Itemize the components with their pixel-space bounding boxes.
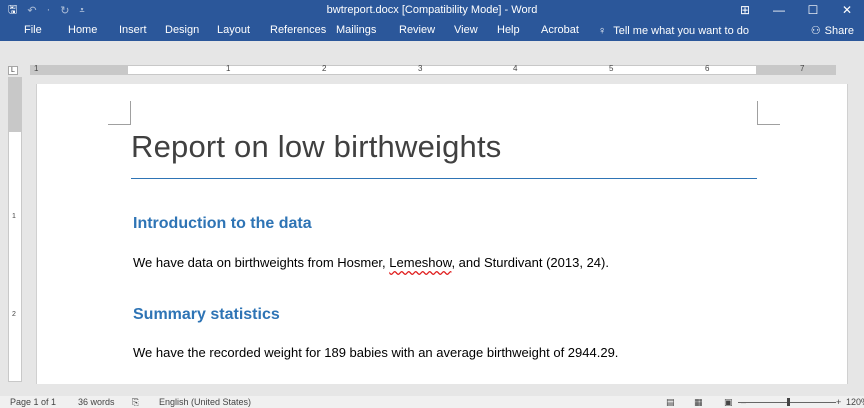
ruler-number: 6 xyxy=(705,64,710,73)
vertical-ruler-number: 1 xyxy=(12,213,16,220)
ruler-number: 3 xyxy=(418,64,423,73)
ruler-number: 4 xyxy=(513,64,518,73)
person-icon: ⚇ xyxy=(810,25,821,37)
tab-help[interactable]: Help xyxy=(497,20,520,41)
vertical-ruler-number: 2 xyxy=(12,311,16,318)
web-layout-icon[interactable]: ▣ xyxy=(724,396,733,408)
crop-mark xyxy=(757,124,780,125)
title-bar: 🖫 ↶ · ↻ ⩡ bwtreport.docx [Compatibility … xyxy=(0,0,864,20)
page-count[interactable]: Page 1 of 1 xyxy=(10,396,56,408)
tab-file[interactable]: File xyxy=(24,20,42,41)
ruler-number: 7 xyxy=(800,64,805,73)
crop-mark xyxy=(130,101,131,124)
paragraph-text: , and Sturdivant (2013, 24). xyxy=(451,255,609,270)
print-layout-icon[interactable]: ▦ xyxy=(694,396,703,408)
tell-me-box[interactable]: ♀ Tell me what you want to do xyxy=(598,20,749,41)
ruler-right-margin xyxy=(756,65,836,75)
window-controls: ⊞ — ☐ ✕ xyxy=(728,0,864,20)
close-button[interactable]: ✕ xyxy=(830,0,864,20)
ruler-number: 2 xyxy=(322,64,327,73)
tab-selector[interactable]: L xyxy=(8,66,18,75)
lightbulb-icon: ♀ xyxy=(598,24,607,37)
minimize-button[interactable]: — xyxy=(762,0,796,20)
tell-me-label: Tell me what you want to do xyxy=(613,24,749,37)
ribbon-tab-bar: File Home Insert Design Layout Reference… xyxy=(0,20,864,41)
ruler-number: 1 xyxy=(34,64,39,73)
document-page[interactable]: Report on low birthweights Introduction … xyxy=(36,84,848,384)
tab-insert[interactable]: Insert xyxy=(119,20,147,41)
paragraph-introduction[interactable]: We have data on birthweights from Hosmer… xyxy=(133,255,609,270)
ribbon-display-icon[interactable]: ⊞ xyxy=(728,0,762,20)
ruler-number: 1 xyxy=(226,64,231,73)
maximize-button[interactable]: ☐ xyxy=(796,0,830,20)
vertical-ruler[interactable]: 1 2 xyxy=(8,77,22,382)
ruler-left-margin xyxy=(30,65,128,75)
crop-mark xyxy=(108,124,131,125)
horizontal-ruler[interactable]: L 1 1 2 3 4 5 6 7 xyxy=(0,63,864,77)
tab-review[interactable]: Review xyxy=(399,20,435,41)
tab-design[interactable]: Design xyxy=(165,20,199,41)
heading-introduction[interactable]: Introduction to the data xyxy=(133,215,312,233)
zoom-slider-thumb[interactable] xyxy=(787,398,790,406)
ruler-track xyxy=(30,65,836,75)
proofing-icon[interactable]: ⎘ xyxy=(132,396,139,408)
tab-acrobat[interactable]: Acrobat xyxy=(541,20,579,41)
tab-home[interactable]: Home xyxy=(68,20,97,41)
heading-summary[interactable]: Summary statistics xyxy=(133,306,280,324)
title-underline xyxy=(131,178,757,179)
share-button[interactable]: ⚇ Share xyxy=(811,20,854,41)
share-label: Share xyxy=(824,24,854,37)
zoom-level[interactable]: 120% xyxy=(846,396,864,408)
zoom-in-button[interactable]: + xyxy=(836,396,841,408)
paragraph-text: We have data on birthweights from Hosmer… xyxy=(133,255,390,270)
document-title[interactable]: Report on low birthweights xyxy=(131,129,502,165)
tab-layout[interactable]: Layout xyxy=(217,20,250,41)
read-mode-icon[interactable]: ▤ xyxy=(666,396,675,408)
vertical-ruler-margin xyxy=(9,78,21,132)
word-count[interactable]: 36 words xyxy=(78,396,115,408)
tab-mailings[interactable]: Mailings xyxy=(336,20,376,41)
paragraph-summary[interactable]: We have the recorded weight for 189 babi… xyxy=(133,345,618,360)
tab-view[interactable]: View xyxy=(454,20,478,41)
ruler-number: 5 xyxy=(609,64,614,73)
crop-mark xyxy=(757,101,758,124)
status-bar: Page 1 of 1 36 words ⎘ English (United S… xyxy=(0,396,864,408)
tab-references[interactable]: References xyxy=(270,20,326,41)
language-indicator[interactable]: English (United States) xyxy=(159,396,251,408)
misspelled-word[interactable]: Lemeshow xyxy=(389,255,451,270)
